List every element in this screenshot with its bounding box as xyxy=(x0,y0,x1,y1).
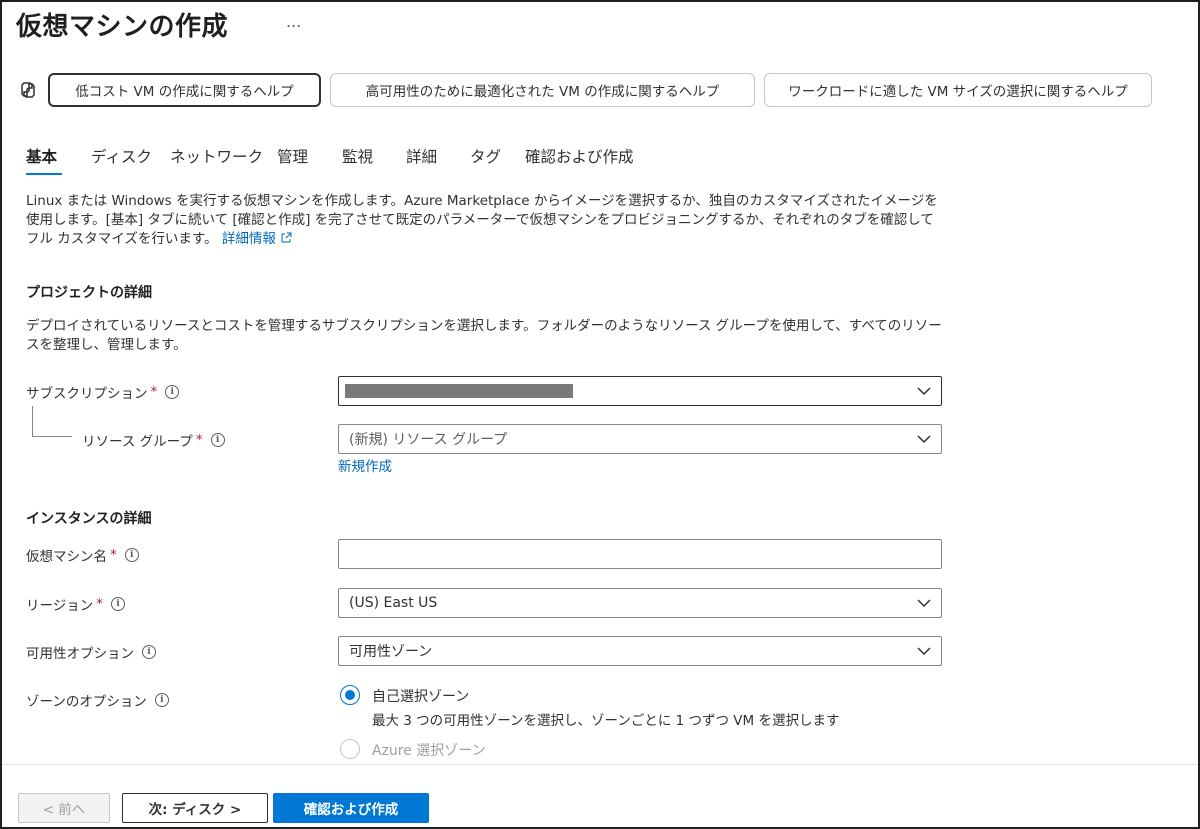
resource-group-select[interactable]: (新規) リソース グループ xyxy=(338,424,942,454)
region-label: リージョン * i xyxy=(26,594,125,614)
required-marker: * xyxy=(195,432,203,448)
tree-connector xyxy=(32,406,33,436)
vm-name-label-text: 仮想マシン名 xyxy=(26,549,107,565)
resource-group-value: (新規) リソース グループ xyxy=(349,432,508,448)
zone-option-label-text: ゾーンのオプション xyxy=(26,694,147,710)
subscription-label: サブスクリプション * i xyxy=(26,382,180,402)
tab-disks[interactable]: ディスク xyxy=(91,145,152,167)
info-icon[interactable]: i xyxy=(210,433,225,447)
availability-option-select[interactable]: 可用性ゾーン xyxy=(338,636,942,666)
more-options-icon[interactable]: ... xyxy=(286,12,301,31)
active-tab-indicator xyxy=(26,173,62,175)
azure-selected-zone-radio[interactable] xyxy=(340,739,360,759)
vm-name-label: 仮想マシン名 * i xyxy=(26,545,139,565)
region-select[interactable]: (US) East US xyxy=(338,588,942,618)
chevron-down-icon xyxy=(917,435,931,444)
redacted-subscription-value xyxy=(345,384,573,398)
help-vm-size-button[interactable]: ワークロードに適した VM サイズの選択に関するヘルプ xyxy=(764,73,1152,107)
info-icon[interactable]: i xyxy=(154,693,169,707)
availability-option-label-text: 可用性オプション xyxy=(26,646,134,662)
project-details-desc: デプロイされているリソースとコストを管理するサブスクリプションを選択します。フォ… xyxy=(26,318,942,353)
zone-option-label: ゾーンのオプション i xyxy=(26,690,169,710)
previous-button[interactable]: < 前へ xyxy=(18,793,110,823)
info-icon[interactable]: i xyxy=(165,385,180,399)
region-value: (US) East US xyxy=(349,595,438,611)
tree-connector xyxy=(32,436,72,437)
tab-management[interactable]: 管理 xyxy=(277,145,308,167)
tab-monitoring[interactable]: 監視 xyxy=(342,145,373,167)
required-marker: * xyxy=(150,384,158,400)
chevron-down-icon xyxy=(917,599,931,608)
vm-name-input[interactable] xyxy=(338,539,942,569)
subscription-label-text: サブスクリプション xyxy=(26,386,148,402)
subscription-select[interactable] xyxy=(338,376,942,406)
info-icon[interactable]: i xyxy=(110,597,125,611)
help-high-availability-vm-button[interactable]: 高可用性のために最適化された VM の作成に関するヘルプ xyxy=(330,73,755,107)
external-link-icon xyxy=(281,232,292,243)
region-label-text: リージョン xyxy=(26,598,94,614)
page-title: 仮想マシンの作成 xyxy=(16,12,229,42)
create-new-resource-group-link[interactable]: 新規作成 xyxy=(338,455,392,475)
tab-review-create[interactable]: 確認および作成 xyxy=(525,145,634,167)
footer-bar: < 前へ 次: ディスク > 確認および作成 xyxy=(2,764,1198,827)
resource-group-label: リソース グループ * i xyxy=(82,430,225,450)
tab-tags[interactable]: タグ xyxy=(470,145,501,167)
resource-group-label-text: リソース グループ xyxy=(82,434,193,450)
tab-advanced[interactable]: 詳細 xyxy=(406,145,437,167)
tab-basics[interactable]: 基本 xyxy=(26,145,57,167)
required-marker: * xyxy=(96,596,103,612)
availability-option-value: 可用性ゾーン xyxy=(349,644,433,660)
next-disks-button[interactable]: 次: ディスク > xyxy=(122,793,268,823)
intro-description: Linux または Windows を実行する仮想マシンを作成します。Azure… xyxy=(26,192,946,249)
tab-networking[interactable]: ネットワーク xyxy=(170,145,263,167)
copilot-icon xyxy=(21,82,35,98)
project-details-title: プロジェクトの詳細 xyxy=(26,285,152,301)
self-selected-zone-radio[interactable] xyxy=(340,685,360,705)
required-marker: * xyxy=(110,547,117,563)
info-icon[interactable]: i xyxy=(124,548,139,562)
info-icon[interactable]: i xyxy=(142,645,156,659)
instance-details-title: インスタンスの詳細 xyxy=(26,511,152,527)
learn-more-link[interactable]: 詳細情報 xyxy=(222,231,276,247)
chevron-down-icon xyxy=(917,647,931,656)
help-low-cost-vm-button[interactable]: 低コスト VM の作成に関するヘルプ xyxy=(48,73,321,107)
create-vm-page: 仮想マシンの作成 ... 低コスト VM の作成に関するヘルプ 高可用性のために… xyxy=(0,0,1200,829)
review-create-button[interactable]: 確認および作成 xyxy=(273,793,429,823)
availability-option-label: 可用性オプション i xyxy=(26,642,156,662)
chevron-down-icon xyxy=(917,387,931,396)
self-selected-zone-label: 自己選択ゾーン xyxy=(372,689,470,705)
azure-selected-zone-label: Azure 選択ゾーン xyxy=(372,743,486,759)
self-selected-zone-desc: 最大 3 つの可用性ゾーンを選択し、ゾーンごとに 1 つずつ VM を選択します xyxy=(372,713,840,729)
intro-text: Linux または Windows を実行する仮想マシンを作成します。Azure… xyxy=(26,193,938,247)
